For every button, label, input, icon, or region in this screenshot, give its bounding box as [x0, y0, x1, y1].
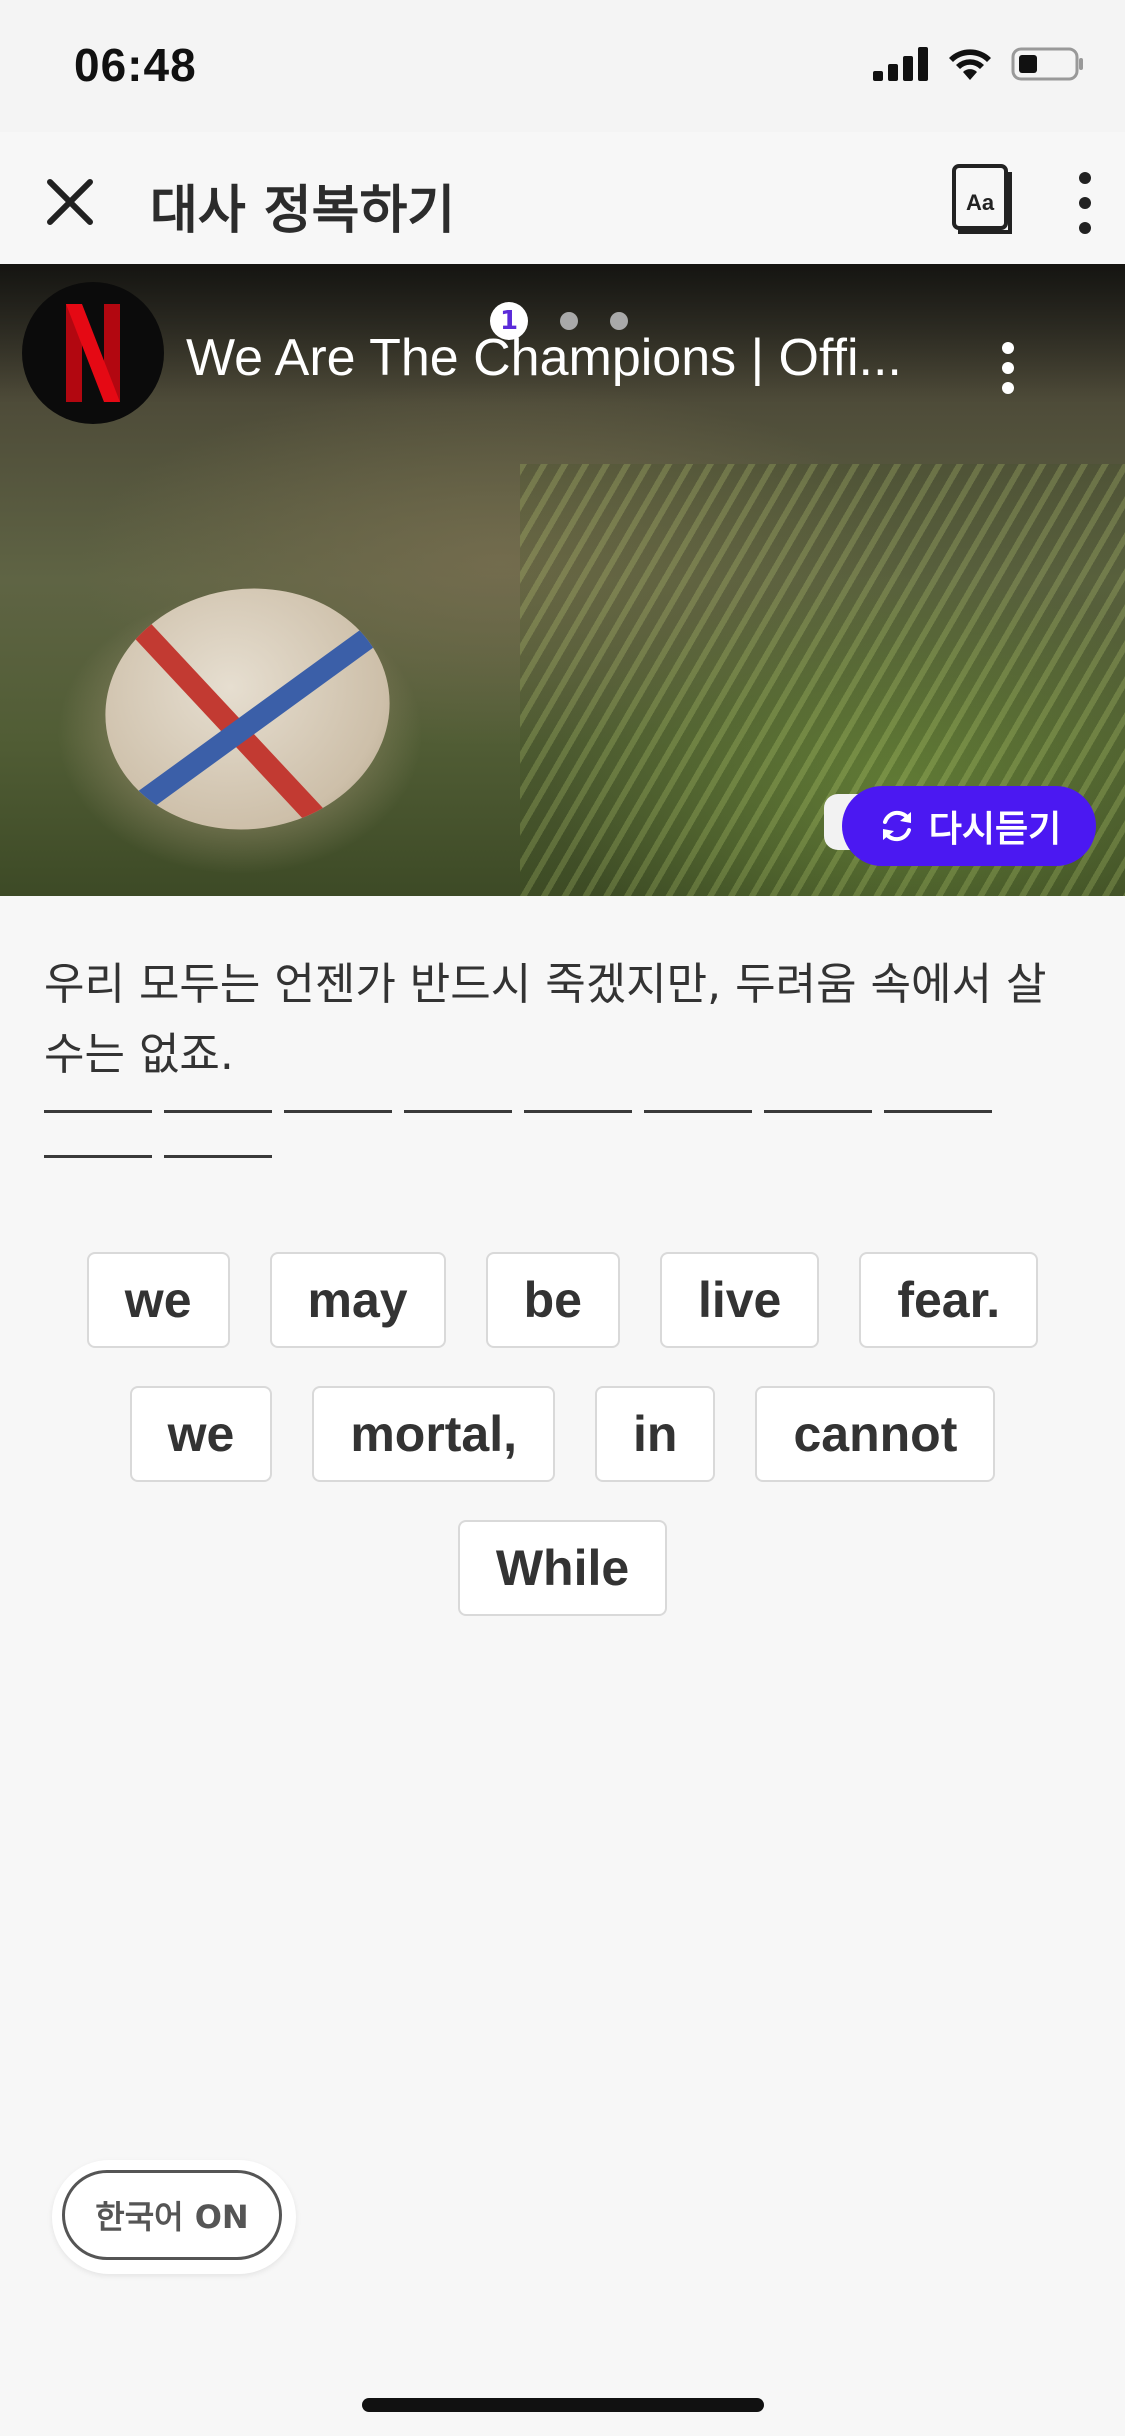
- word-chip[interactable]: we: [129, 1386, 273, 1482]
- answer-blank[interactable]: [44, 1110, 152, 1113]
- word-chip[interactable]: While: [457, 1520, 668, 1616]
- answer-blank[interactable]: [164, 1110, 272, 1113]
- status-time: 06:48: [74, 39, 197, 91]
- word-chip[interactable]: in: [595, 1386, 716, 1482]
- word-chip[interactable]: we: [86, 1252, 230, 1348]
- word-chip[interactable]: cannot: [755, 1386, 996, 1482]
- more-options-icon[interactable]: [1070, 166, 1100, 240]
- answer-blank[interactable]: [764, 1110, 872, 1113]
- cellular-signal-icon: [873, 47, 928, 81]
- top-app-bar: 대사 정복하기 Aa: [0, 132, 1125, 265]
- page-indicator-current[interactable]: 1: [490, 302, 528, 340]
- replay-icon: [882, 810, 911, 842]
- answer-blank[interactable]: [164, 1155, 272, 1158]
- replay-button[interactable]: 다시듣기: [842, 786, 1096, 866]
- dictionary-button[interactable]: Aa: [950, 162, 1014, 236]
- answer-blank[interactable]: [284, 1110, 392, 1113]
- wifi-icon: [949, 49, 991, 80]
- page-indicator-dot[interactable]: [610, 312, 628, 330]
- page-indicator: 1: [490, 302, 628, 340]
- battery-icon: [1011, 47, 1083, 81]
- korean-toggle-container: 한국어 ON: [52, 2160, 296, 2274]
- system-icons: [873, 46, 1085, 82]
- answer-blank[interactable]: [884, 1110, 992, 1113]
- word-chip[interactable]: be: [485, 1252, 620, 1348]
- replay-label: 다시듣기: [928, 809, 1062, 850]
- word-chip[interactable]: live: [659, 1252, 820, 1348]
- close-icon[interactable]: [40, 172, 100, 232]
- word-chip[interactable]: mortal,: [312, 1386, 556, 1482]
- word-chip[interactable]: may: [269, 1252, 446, 1348]
- korean-sentence: 우리 모두는 언젠가 반드시 죽겠지만, 두려움 속에서 살 수는 없죠.: [44, 959, 1047, 1080]
- dictionary-icon: Aa: [952, 164, 1012, 234]
- answer-blank[interactable]: [644, 1110, 752, 1113]
- dictionary-icon-text: Aa: [966, 190, 995, 215]
- page-indicator-dot[interactable]: [560, 312, 578, 330]
- korean-toggle-button[interactable]: 한국어 ON: [62, 2170, 282, 2260]
- page-title: 대사 정복하기: [150, 181, 456, 241]
- answer-blank[interactable]: [44, 1155, 152, 1158]
- video-frame-object: [89, 570, 406, 848]
- word-chip-bank: we may be live fear. we mortal, in cannot While: [40, 1252, 1085, 1616]
- home-indicator[interactable]: [362, 2398, 764, 2412]
- channel-logo[interactable]: [22, 282, 164, 424]
- video-more-icon[interactable]: [996, 338, 1020, 398]
- answer-blank[interactable]: [404, 1110, 512, 1113]
- answer-blank[interactable]: [524, 1110, 632, 1113]
- word-chip[interactable]: fear.: [859, 1252, 1039, 1348]
- status-bar: 06:48: [0, 0, 1125, 132]
- answer-blanks: [44, 1110, 1084, 1158]
- netflix-logo-icon: [66, 304, 120, 402]
- video-player[interactable]: We Are The Champions | Offi... 1 다시듣기: [0, 264, 1125, 896]
